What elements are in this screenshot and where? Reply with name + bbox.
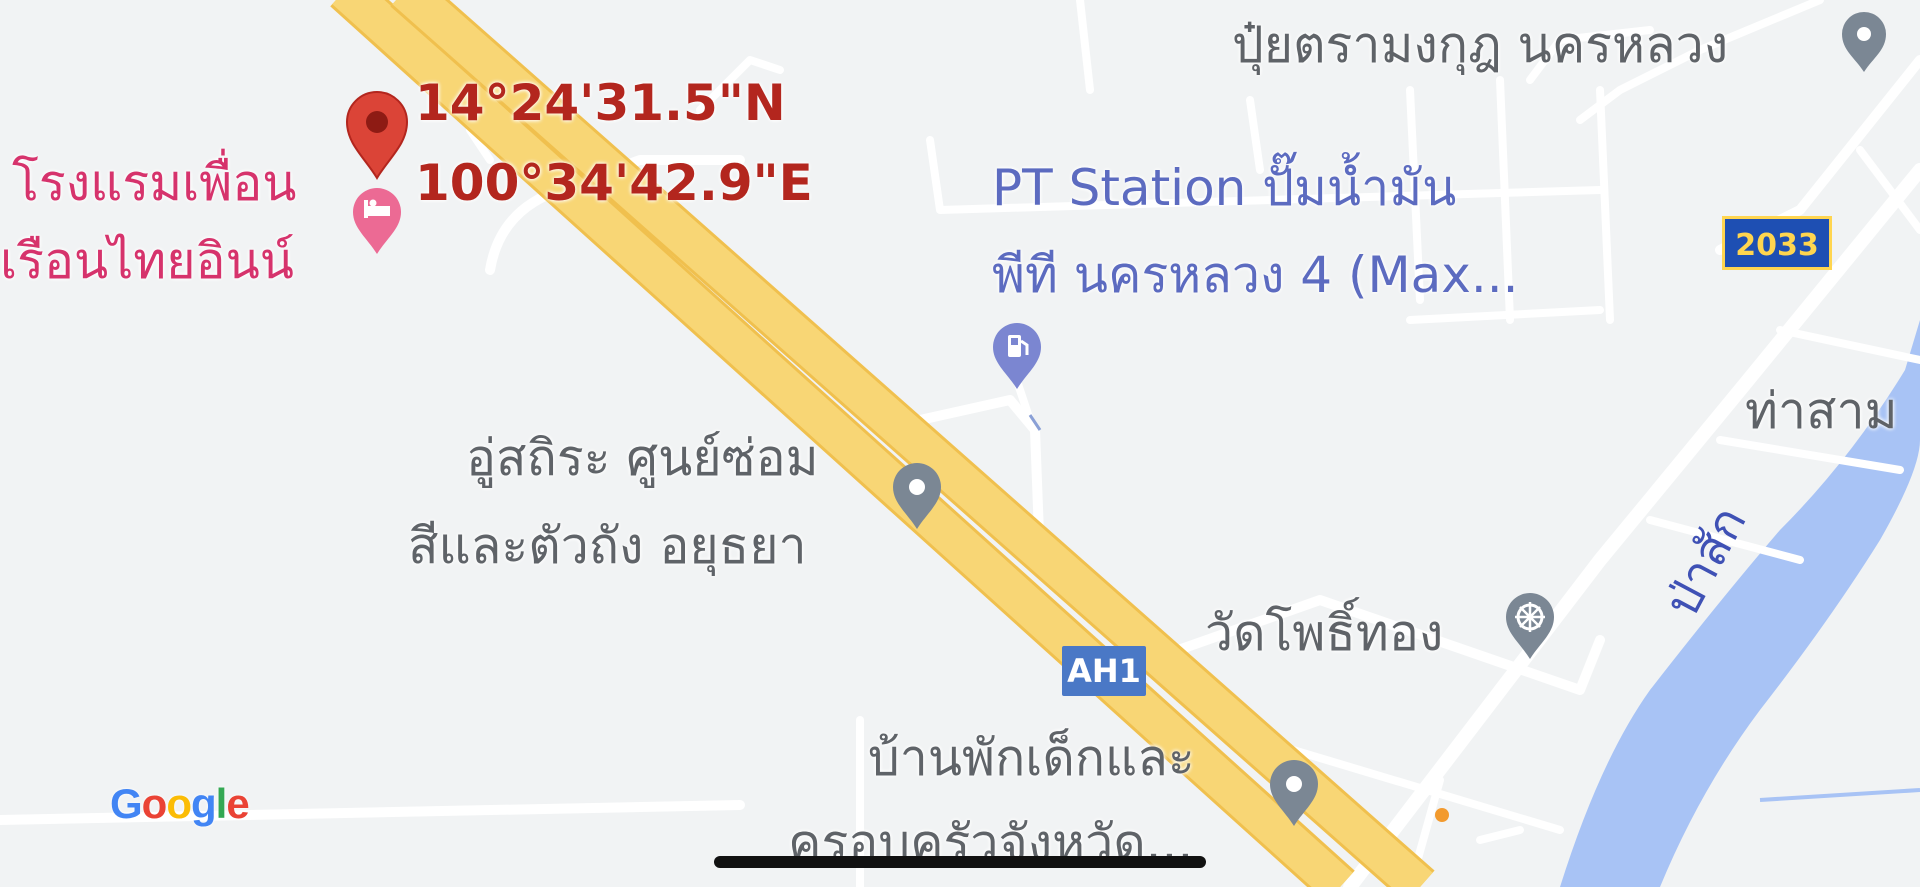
hotel-label-line2[interactable]: เรือนไทยอินน์ bbox=[0, 228, 294, 294]
pt-station-label-line2[interactable]: พีที นครหลวง 4 (Max... bbox=[992, 242, 1519, 308]
temple-label[interactable]: วัดโพธิ์ทอง bbox=[1205, 600, 1443, 666]
google-logo-letter: l bbox=[215, 780, 228, 827]
children-home-label-line1[interactable]: บ้านพักเด็กและ bbox=[868, 725, 1195, 791]
google-logo-letter: e bbox=[226, 780, 249, 827]
pt-station-label-line1[interactable]: PT Station ปั๊มน้ำมัน bbox=[992, 155, 1456, 221]
google-logo: Google bbox=[110, 780, 250, 828]
dropped-pin-longitude: 100°34'42.9"E bbox=[415, 154, 813, 212]
home-indicator[interactable] bbox=[714, 856, 1206, 868]
tha-sam-label[interactable]: ท่าสาม bbox=[1745, 378, 1898, 444]
fertilizer-shop-label[interactable]: ปุ๋ยตรามงกุฎ นครหลวง bbox=[1232, 12, 1728, 78]
google-logo-letter: G bbox=[110, 780, 143, 827]
body-shop-label-line1[interactable]: อู่สถิระ ศูนย์ซ่อม bbox=[466, 425, 819, 491]
body-shop-label-line2[interactable]: สีและตัวถัง อยุธยา bbox=[408, 513, 807, 579]
dropped-pin-latitude: 14°24'31.5"N bbox=[415, 74, 786, 132]
hotel-label-line1[interactable]: โรงแรมเพื่อน bbox=[12, 150, 296, 216]
route-shield-2033: 2033 bbox=[1722, 216, 1832, 270]
google-logo-letter: o bbox=[141, 780, 168, 827]
google-logo-letter: g bbox=[190, 780, 217, 827]
route-shield-ah1: AH1 bbox=[1062, 646, 1146, 696]
orange-dot-icon bbox=[1435, 808, 1449, 822]
google-logo-letter: o bbox=[166, 780, 192, 827]
